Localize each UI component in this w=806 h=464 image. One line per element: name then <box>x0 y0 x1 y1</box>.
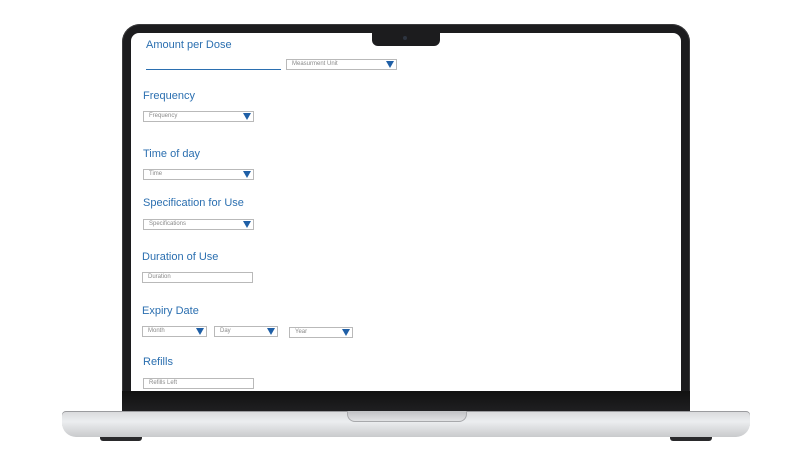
expiry-month-select[interactable]: Month <box>142 326 207 337</box>
measurement-unit-placeholder: Measurment Unit <box>292 61 338 67</box>
specification-label: Specification for Use <box>143 197 244 209</box>
laptop-foot-right <box>670 437 712 441</box>
chevron-down-icon <box>243 171 251 178</box>
refills-input[interactable]: Refills Left <box>143 378 254 389</box>
frequency-select[interactable]: Frequency <box>143 111 254 122</box>
chevron-down-icon <box>342 329 350 336</box>
expiry-month-placeholder: Month <box>148 328 165 334</box>
laptop-hinge <box>122 391 690 411</box>
refills-label: Refills <box>143 356 173 368</box>
amount-label: Amount per Dose <box>146 39 232 51</box>
duration-input[interactable]: Duration <box>142 272 253 283</box>
time-placeholder: Time <box>149 171 163 177</box>
expiry-label: Expiry Date <box>142 305 199 317</box>
laptop-mockup: Amount per Dose Measurment Unit Frequenc… <box>0 0 806 464</box>
specification-placeholder: Specifications <box>149 221 187 227</box>
expiry-day-select[interactable]: Day <box>214 326 278 337</box>
chevron-down-icon <box>243 221 251 228</box>
camera-notch <box>372 31 440 46</box>
expiry-year-select[interactable]: Year <box>289 327 353 338</box>
amount-input[interactable] <box>146 69 281 70</box>
chevron-down-icon <box>196 328 204 335</box>
frequency-label: Frequency <box>143 90 195 102</box>
measurement-unit-select[interactable]: Measurment Unit <box>286 59 397 70</box>
screen: Amount per Dose Measurment Unit Frequenc… <box>131 33 681 391</box>
chevron-down-icon <box>386 61 394 68</box>
time-select[interactable]: Time <box>143 169 254 180</box>
time-label: Time of day <box>143 148 201 160</box>
trackpad-notch <box>347 411 467 422</box>
frequency-placeholder: Frequency <box>149 113 178 119</box>
expiry-year-placeholder: Year <box>295 329 308 335</box>
specification-select[interactable]: Specifications <box>143 219 254 230</box>
chevron-down-icon <box>267 328 275 335</box>
chevron-down-icon <box>243 113 251 120</box>
expiry-day-placeholder: Day <box>220 328 231 334</box>
camera-icon <box>403 36 407 40</box>
duration-label: Duration of Use <box>142 251 219 263</box>
laptop-foot-left <box>100 437 142 441</box>
